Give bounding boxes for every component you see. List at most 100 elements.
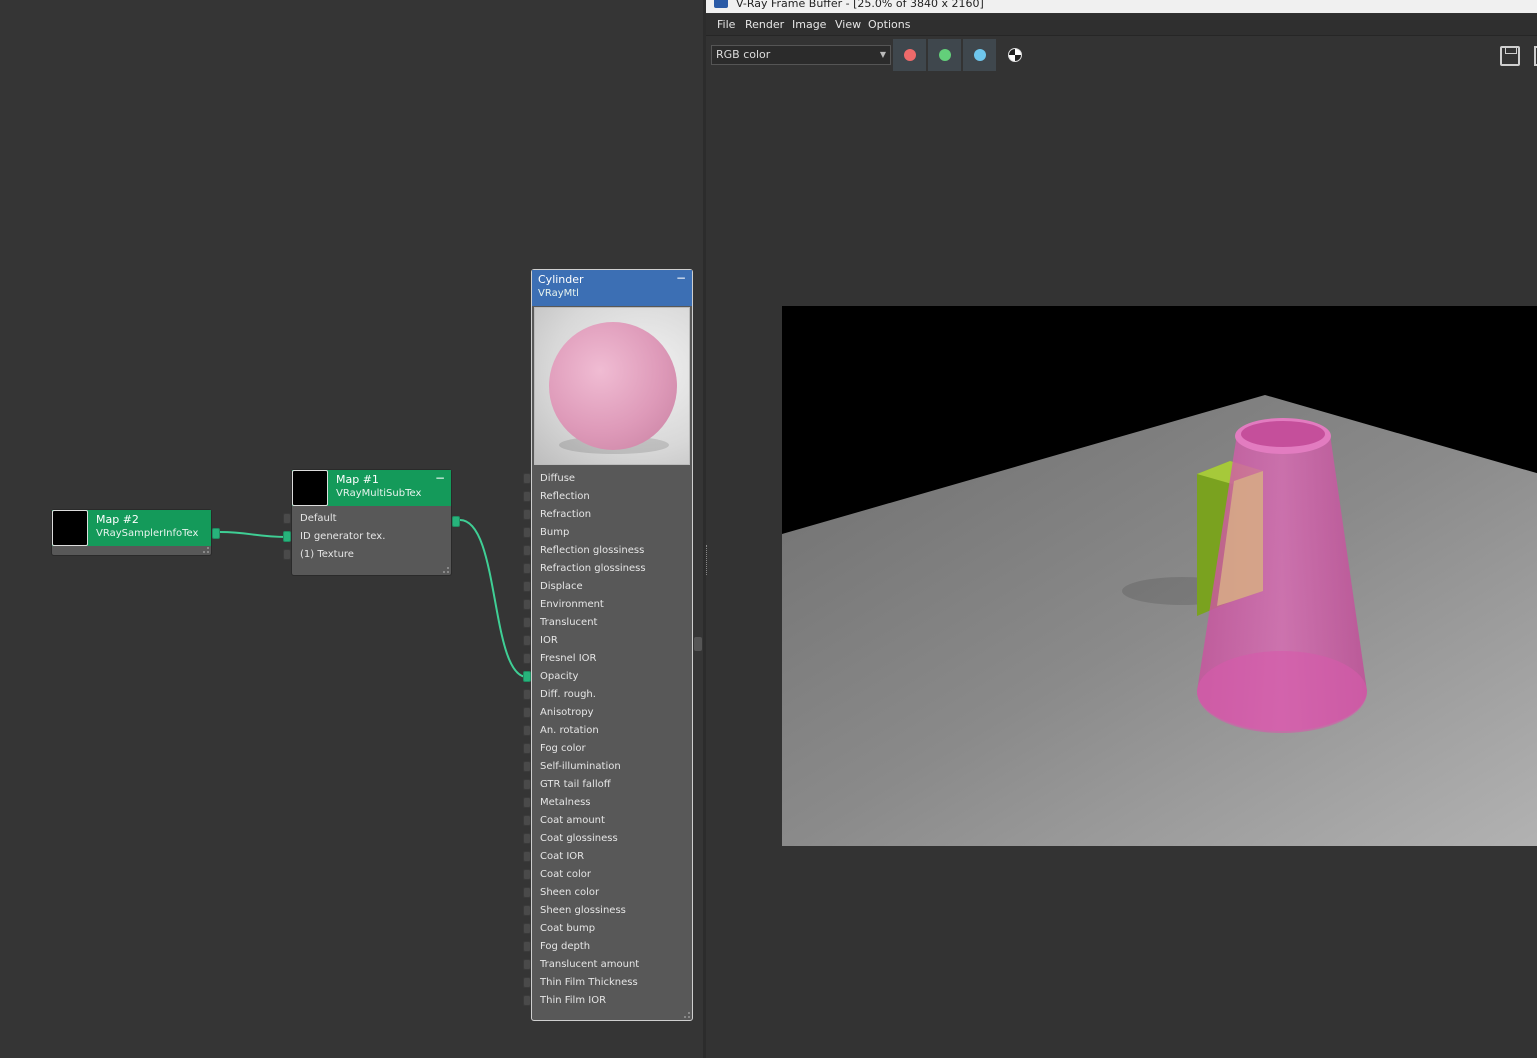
material-slot[interactable]: Diffuse (523, 470, 692, 488)
slate-node-editor[interactable]: Map #2 VRaySamplerInfoTex Map #1 VRayMul… (0, 0, 703, 1058)
material-slot[interactable]: Translucent (523, 614, 692, 632)
material-slot[interactable]: Sheen color (523, 884, 692, 902)
alpha-channel-icon[interactable] (1008, 48, 1022, 62)
slot-port[interactable] (523, 743, 531, 754)
slot-port[interactable] (523, 905, 531, 916)
slot-port[interactable] (523, 635, 531, 646)
material-slot[interactable]: Refraction (523, 506, 692, 524)
node-map2-output-port[interactable] (212, 528, 220, 539)
slot-port[interactable] (523, 725, 531, 736)
slot-port[interactable] (523, 473, 531, 484)
red-channel-button[interactable] (893, 39, 926, 71)
slot-port[interactable] (523, 977, 531, 988)
node-map2-header[interactable]: Map #2 VRaySamplerInfoTex (52, 510, 211, 546)
slot-port[interactable] (283, 513, 291, 524)
material-slot[interactable]: Reflection glossiness (523, 542, 692, 560)
slot-port[interactable] (523, 959, 531, 970)
material-slot[interactable]: Coat bump (523, 920, 692, 938)
material-slot[interactable]: Coat color (523, 866, 692, 884)
slot-label: Sheen color (540, 887, 600, 898)
menu-file[interactable]: File (717, 18, 735, 32)
material-slot[interactable]: Diff. rough. (523, 686, 692, 704)
window-titlebar[interactable]: V-Ray Frame Buffer - [25.0% of 3840 x 21… (706, 0, 1537, 13)
material-slot[interactable]: Self-illumination (523, 758, 692, 776)
node-map2[interactable]: Map #2 VRaySamplerInfoTex (51, 509, 220, 556)
save-icon[interactable] (1500, 46, 1520, 66)
material-slot[interactable]: Coat glossiness (523, 830, 692, 848)
splitter-grip-icon[interactable] (706, 545, 709, 575)
slot-port[interactable] (523, 509, 531, 520)
slot-port[interactable] (523, 545, 531, 556)
material-slot[interactable]: Coat IOR (523, 848, 692, 866)
panel-scroll-handle[interactable] (694, 637, 702, 651)
menu-render[interactable]: Render (745, 18, 784, 32)
node-map1[interactable]: Map #1 VRayMultiSubTex − Default ID gene… (283, 469, 460, 576)
menu-view[interactable]: View (835, 18, 861, 32)
slot-port[interactable] (523, 833, 531, 844)
slot-port[interactable] (523, 491, 531, 502)
slot-port[interactable] (523, 941, 531, 952)
material-slot[interactable]: Sheen glossiness (523, 902, 692, 920)
material-slot[interactable]: Coat amount (523, 812, 692, 830)
material-slot[interactable]: IOR (523, 632, 692, 650)
slot-id-generator[interactable]: ID generator tex. (283, 528, 451, 546)
slot-label: Translucent (540, 617, 598, 628)
material-slot[interactable]: GTR tail falloff (523, 776, 692, 794)
slot-port[interactable] (523, 689, 531, 700)
material-slot[interactable]: Metalness (523, 794, 692, 812)
slot-port[interactable] (523, 887, 531, 898)
slot-port[interactable] (523, 797, 531, 808)
slot-port[interactable] (523, 923, 531, 934)
render-view[interactable] (782, 306, 1537, 846)
material-slot[interactable]: Reflection (523, 488, 692, 506)
slot-texture-1[interactable]: (1) Texture (283, 546, 451, 564)
menu-image[interactable]: Image (792, 18, 826, 32)
material-slot[interactable]: Thin Film IOR (523, 992, 692, 1010)
slot-port[interactable] (523, 581, 531, 592)
slot-label: Environment (540, 599, 604, 610)
collapse-icon[interactable]: − (676, 272, 686, 284)
material-slot[interactable]: Fog color (523, 740, 692, 758)
slot-port[interactable] (523, 527, 531, 538)
material-slot[interactable]: Fresnel IOR (523, 650, 692, 668)
node-cylinder-material[interactable]: Cylinder VRayMtl − Diffuse Reflection Refr… (523, 269, 693, 1021)
material-slot[interactable]: Anisotropy (523, 704, 692, 722)
slot-port[interactable] (523, 851, 531, 862)
material-slot[interactable]: Environment (523, 596, 692, 614)
slot-port[interactable] (523, 707, 531, 718)
material-slot[interactable]: Translucent amount (523, 956, 692, 974)
slot-port[interactable] (523, 563, 531, 574)
node-map1-header[interactable]: Map #1 VRayMultiSubTex − (292, 470, 451, 506)
material-slot[interactable]: Fog depth (523, 938, 692, 956)
resize-grip-icon[interactable] (203, 547, 209, 553)
resize-grip-icon[interactable] (684, 1012, 690, 1018)
slot-port[interactable] (523, 599, 531, 610)
slot-port[interactable] (283, 549, 291, 560)
material-slot[interactable]: An. rotation (523, 722, 692, 740)
material-slot[interactable]: Bump (523, 524, 692, 542)
slot-port[interactable] (523, 779, 531, 790)
menu-options[interactable]: Options (868, 18, 910, 32)
green-channel-button[interactable] (928, 39, 961, 71)
channel-select[interactable]: RGB color ▼ (711, 45, 891, 65)
collapse-icon[interactable]: − (435, 472, 445, 484)
node-map1-output-port[interactable] (452, 516, 460, 527)
slot-port[interactable] (523, 815, 531, 826)
slot-label: Fog color (540, 743, 586, 754)
slot-port[interactable] (523, 761, 531, 772)
slot-port[interactable] (283, 531, 291, 542)
slot-port[interactable] (523, 995, 531, 1006)
slot-label: Coat color (540, 869, 591, 880)
slot-port[interactable] (523, 653, 531, 664)
material-slot[interactable]: Displace (523, 578, 692, 596)
material-slot[interactable]: Opacity (523, 668, 692, 686)
material-slot[interactable]: Thin Film Thickness (523, 974, 692, 992)
node-cylinder-header[interactable]: Cylinder VRayMtl − (532, 270, 692, 306)
slot-port[interactable] (523, 869, 531, 880)
slot-default[interactable]: Default (283, 510, 451, 528)
slot-port[interactable] (523, 617, 531, 628)
blue-channel-button[interactable] (963, 39, 996, 71)
material-slot[interactable]: Refraction glossiness (523, 560, 692, 578)
slot-port[interactable] (523, 671, 531, 682)
resize-grip-icon[interactable] (443, 567, 449, 573)
